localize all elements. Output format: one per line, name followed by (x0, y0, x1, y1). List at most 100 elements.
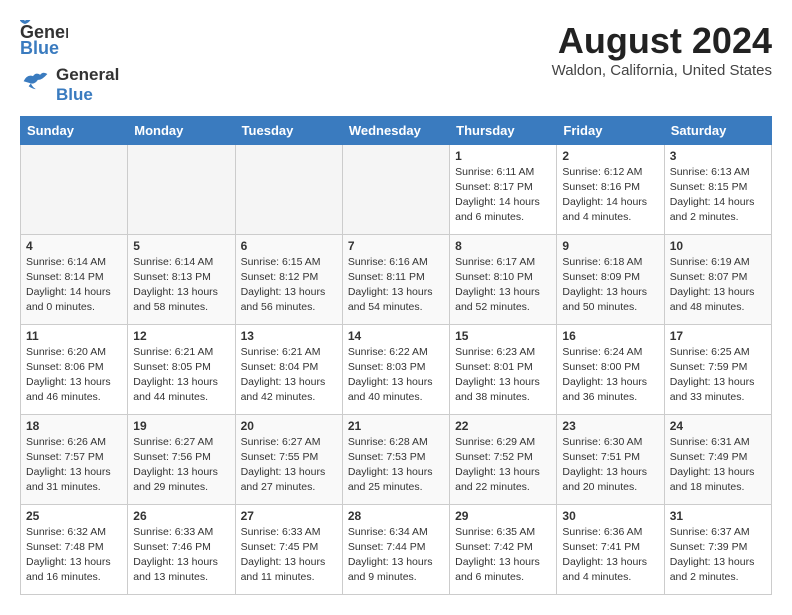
day-number: 17 (670, 329, 766, 343)
day-number: 4 (26, 239, 122, 253)
logo-blue: Blue (56, 85, 119, 105)
day-info: Sunrise: 6:14 AMSunset: 8:14 PMDaylight:… (26, 255, 122, 316)
day-info: Sunrise: 6:37 AMSunset: 7:39 PMDaylight:… (670, 525, 766, 586)
day-info: Sunrise: 6:22 AMSunset: 8:03 PMDaylight:… (348, 345, 444, 406)
calendar-cell: 30 Sunrise: 6:36 AMSunset: 7:41 PMDayligh… (557, 504, 664, 594)
calendar-cell: 16Sunrise: 6:24 AMSunset: 8:00 PMDayligh… (557, 324, 664, 414)
day-number: 15 (455, 329, 551, 343)
day-number: 21 (348, 419, 444, 433)
day-number: 12 (133, 329, 229, 343)
day-number: 6 (241, 239, 337, 253)
day-info: Sunrise: 6:26 AMSunset: 7:57 PMDaylight:… (26, 435, 122, 496)
calendar-cell: 15 Sunrise: 6:23 AMSunset: 8:01 PMDayligh… (450, 324, 557, 414)
calendar-cell: 23 Sunrise: 6:30 AMSunset: 7:51 PMDayligh… (557, 414, 664, 504)
day-info: Sunrise: 6:24 AMSunset: 8:00 PMDaylight:… (562, 345, 658, 406)
day-number: 28 (348, 509, 444, 523)
day-info: Sunrise: 6:20 AMSunset: 8:06 PMDaylight:… (26, 345, 122, 406)
day-number: 26 (133, 509, 229, 523)
calendar-cell: 4 Sunrise: 6:14 AMSunset: 8:14 PMDaylight… (21, 234, 128, 324)
weekday-header-sunday: Sunday (21, 116, 128, 144)
calendar-cell: 14Sunrise: 6:22 AMSunset: 8:03 PMDayligh… (342, 324, 449, 414)
day-number: 20 (241, 419, 337, 433)
calendar-cell (128, 144, 235, 234)
calendar-cell: 10 Sunrise: 6:19 AMSunset: 8:07 PMDayligh… (664, 234, 771, 324)
page-header: General Blue General Blue August 2 (20, 20, 772, 106)
title-block: August 2024 Waldon, California, United S… (552, 20, 772, 79)
calendar-cell: 28 Sunrise: 6:34 AMSunset: 7:44 PMDayligh… (342, 504, 449, 594)
calendar-cell: 25Sunrise: 6:32 AMSunset: 7:48 PMDayligh… (21, 504, 128, 594)
day-number: 23 (562, 419, 658, 433)
day-number: 8 (455, 239, 551, 253)
day-number: 3 (670, 149, 766, 163)
calendar-cell: 6Sunrise: 6:15 AMSunset: 8:12 PMDaylight… (235, 234, 342, 324)
calendar-cell: 7 Sunrise: 6:16 AMSunset: 8:11 PMDaylight… (342, 234, 449, 324)
day-number: 9 (562, 239, 658, 253)
weekday-header-saturday: Saturday (664, 116, 771, 144)
weekday-header-wednesday: Wednesday (342, 116, 449, 144)
day-number: 19 (133, 419, 229, 433)
day-info: Sunrise: 6:31 AMSunset: 7:49 PMDaylight:… (670, 435, 766, 496)
day-info: Sunrise: 6:36 AMSunset: 7:41 PMDaylight:… (562, 525, 658, 586)
day-info: Sunrise: 6:18 AMSunset: 8:09 PMDaylight:… (562, 255, 658, 316)
logo-general: General (56, 65, 119, 85)
calendar-week-row: 4 Sunrise: 6:14 AMSunset: 8:14 PMDaylight… (21, 234, 772, 324)
calendar-cell (21, 144, 128, 234)
day-info: Sunrise: 6:32 AMSunset: 7:48 PMDaylight:… (26, 525, 122, 586)
calendar-cell: 5Sunrise: 6:14 AMSunset: 8:13 PMDaylight… (128, 234, 235, 324)
day-info: Sunrise: 6:23 AMSunset: 8:01 PMDaylight:… (455, 345, 551, 406)
svg-text:Blue: Blue (20, 38, 59, 58)
calendar-cell (342, 144, 449, 234)
weekday-header-thursday: Thursday (450, 116, 557, 144)
weekday-header-friday: Friday (557, 116, 664, 144)
calendar-cell: 9 Sunrise: 6:18 AMSunset: 8:09 PMDaylight… (557, 234, 664, 324)
bird-icon (20, 67, 56, 99)
day-number: 7 (348, 239, 444, 253)
day-info: Sunrise: 6:29 AMSunset: 7:52 PMDaylight:… (455, 435, 551, 496)
weekday-header-monday: Monday (128, 116, 235, 144)
calendar-cell: 31 Sunrise: 6:37 AMSunset: 7:39 PMDayligh… (664, 504, 771, 594)
calendar-cell (235, 144, 342, 234)
calendar-cell: 3Sunrise: 6:13 AMSunset: 8:15 PMDaylight… (664, 144, 771, 234)
day-info: Sunrise: 6:30 AMSunset: 7:51 PMDaylight:… (562, 435, 658, 496)
month-year: August 2024 (552, 20, 772, 62)
day-info: Sunrise: 6:16 AMSunset: 8:11 PMDaylight:… (348, 255, 444, 316)
calendar-cell: 21Sunrise: 6:28 AMSunset: 7:53 PMDayligh… (342, 414, 449, 504)
day-number: 31 (670, 509, 766, 523)
day-number: 27 (241, 509, 337, 523)
day-info: Sunrise: 6:17 AMSunset: 8:10 PMDaylight:… (455, 255, 551, 316)
day-number: 10 (670, 239, 766, 253)
day-number: 29 (455, 509, 551, 523)
day-number: 2 (562, 149, 658, 163)
day-info: Sunrise: 6:27 AMSunset: 7:55 PMDaylight:… (241, 435, 337, 496)
day-info: Sunrise: 6:34 AMSunset: 7:44 PMDaylight:… (348, 525, 444, 586)
calendar-cell: 26Sunrise: 6:33 AMSunset: 7:46 PMDayligh… (128, 504, 235, 594)
calendar-week-row: 25Sunrise: 6:32 AMSunset: 7:48 PMDayligh… (21, 504, 772, 594)
calendar-cell: 13 Sunrise: 6:21 AMSunset: 8:04 PMDayligh… (235, 324, 342, 414)
calendar-cell: 24Sunrise: 6:31 AMSunset: 7:49 PMDayligh… (664, 414, 771, 504)
calendar-cell: 2Sunrise: 6:12 AMSunset: 8:16 PMDaylight… (557, 144, 664, 234)
calendar-cell: 17 Sunrise: 6:25 AMSunset: 7:59 PMDayligh… (664, 324, 771, 414)
calendar-cell: 22 Sunrise: 6:29 AMSunset: 7:52 PMDayligh… (450, 414, 557, 504)
day-info: Sunrise: 6:21 AMSunset: 8:04 PMDaylight:… (241, 345, 337, 406)
day-number: 18 (26, 419, 122, 433)
day-number: 13 (241, 329, 337, 343)
calendar-cell: 11Sunrise: 6:20 AMSunset: 8:06 PMDayligh… (21, 324, 128, 414)
calendar-table: SundayMondayTuesdayWednesdayThursdayFrid… (20, 116, 772, 595)
weekday-header-tuesday: Tuesday (235, 116, 342, 144)
calendar-cell: 27 Sunrise: 6:33 AMSunset: 7:45 PMDayligh… (235, 504, 342, 594)
calendar-cell: 1 Sunrise: 6:11 AMSunset: 8:17 PMDaylight… (450, 144, 557, 234)
day-info: Sunrise: 6:33 AMSunset: 7:45 PMDaylight:… (241, 525, 337, 586)
calendar-cell: 18 Sunrise: 6:26 AMSunset: 7:57 PMDayligh… (21, 414, 128, 504)
day-number: 30 (562, 509, 658, 523)
calendar-cell: 8 Sunrise: 6:17 AMSunset: 8:10 PMDaylight… (450, 234, 557, 324)
logo-icon: General Blue (20, 20, 68, 60)
weekday-header-row: SundayMondayTuesdayWednesdayThursdayFrid… (21, 116, 772, 144)
day-info: Sunrise: 6:25 AMSunset: 7:59 PMDaylight:… (670, 345, 766, 406)
day-info: Sunrise: 6:19 AMSunset: 8:07 PMDaylight:… (670, 255, 766, 316)
calendar-week-row: 1 Sunrise: 6:11 AMSunset: 8:17 PMDaylight… (21, 144, 772, 234)
day-number: 1 (455, 149, 551, 163)
calendar-cell: 20 Sunrise: 6:27 AMSunset: 7:55 PMDayligh… (235, 414, 342, 504)
day-info: Sunrise: 6:11 AMSunset: 8:17 PMDaylight:… (455, 165, 551, 226)
day-info: Sunrise: 6:27 AMSunset: 7:56 PMDaylight:… (133, 435, 229, 496)
day-number: 22 (455, 419, 551, 433)
